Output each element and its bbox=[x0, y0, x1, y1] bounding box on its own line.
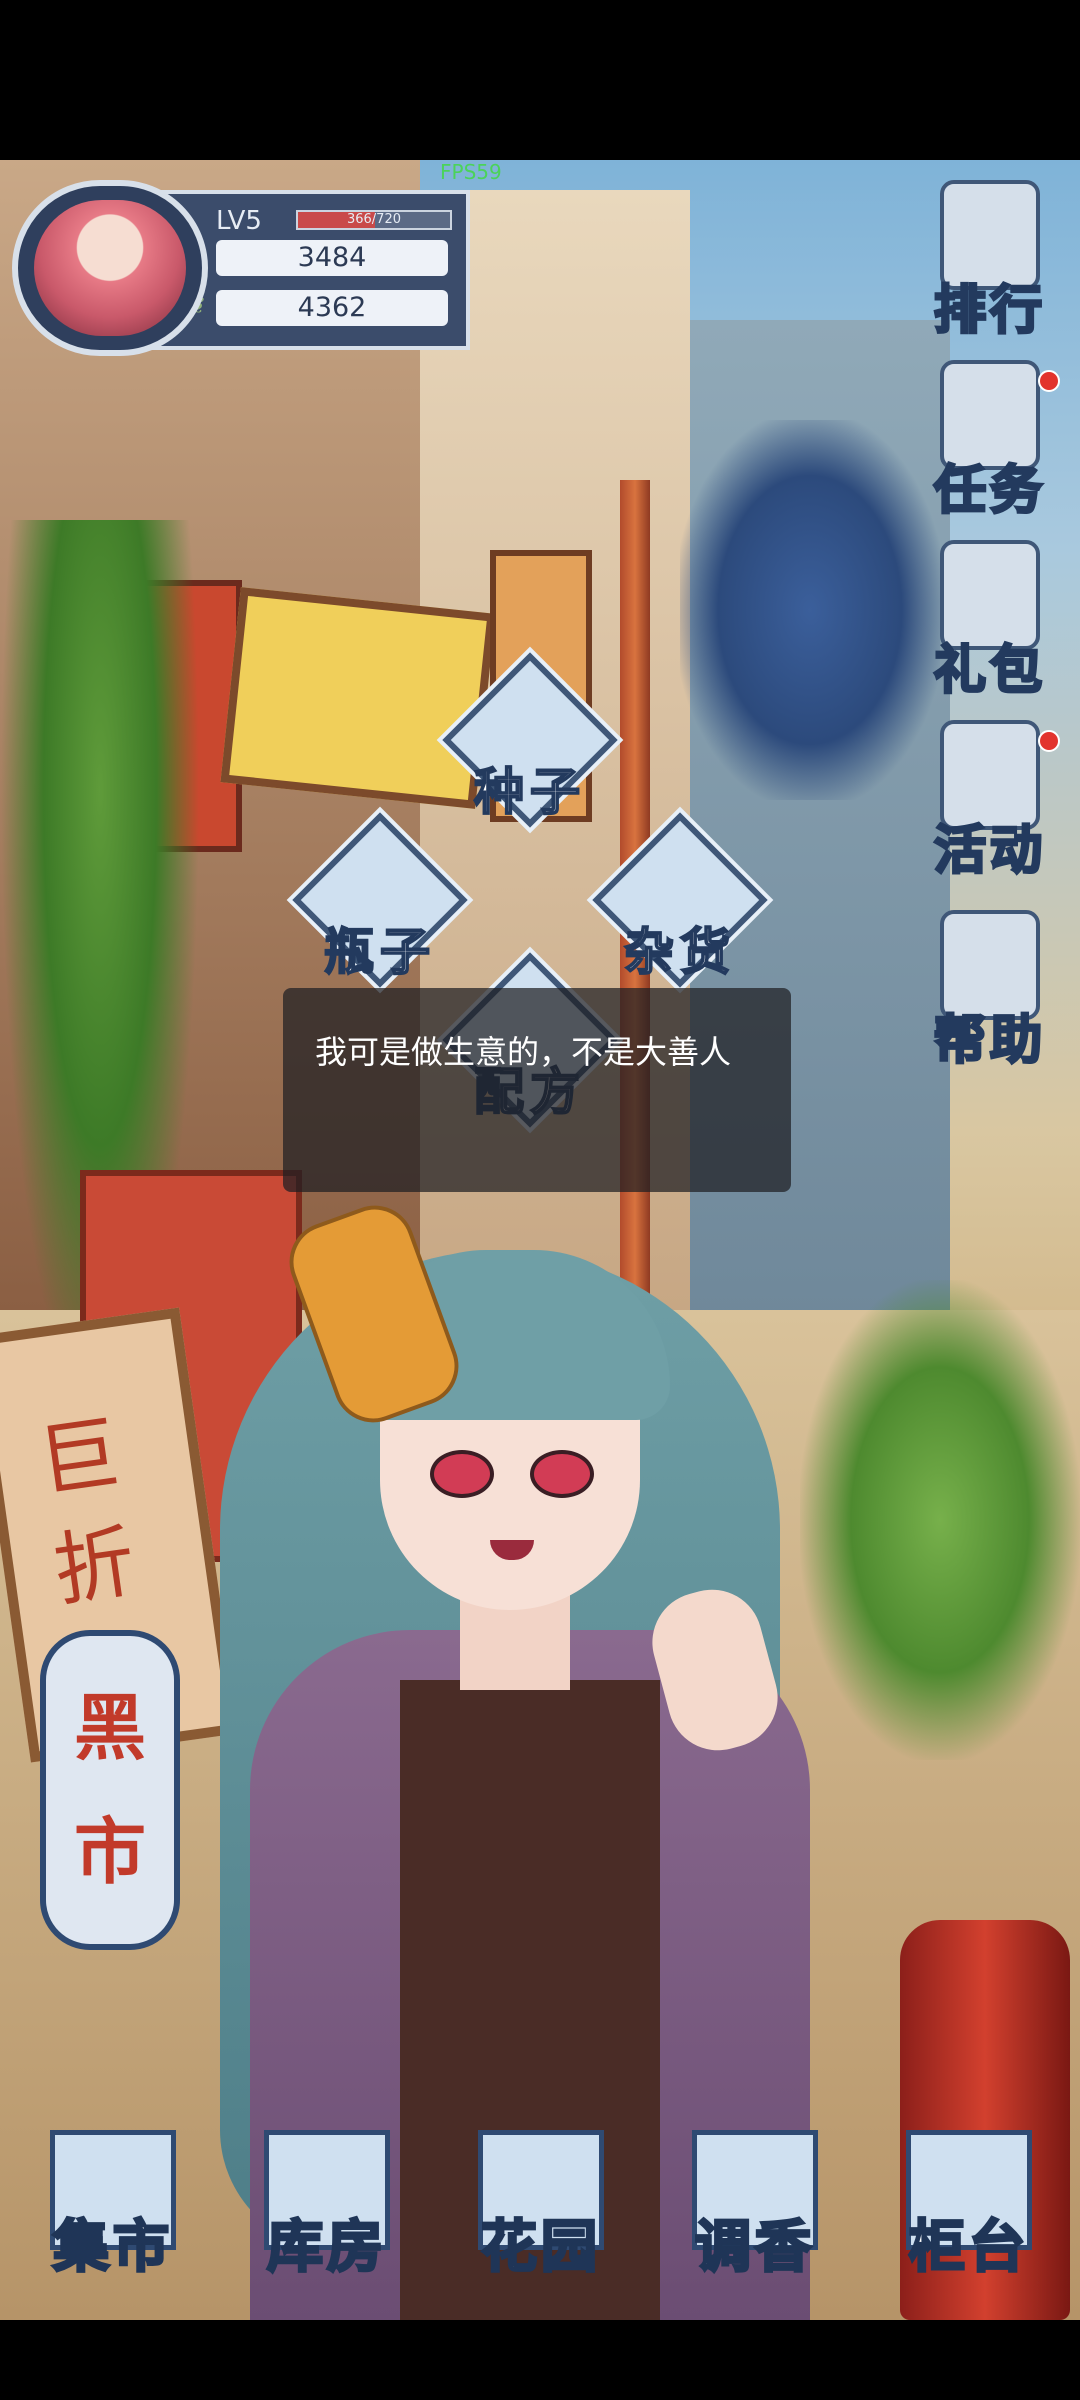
notification-dot bbox=[1038, 730, 1060, 752]
dialog-text: 我可是做生意的，不是大善人 bbox=[315, 1033, 732, 1071]
side-button-task[interactable]: 任务 bbox=[910, 360, 1070, 530]
seed-label: 种子 bbox=[473, 761, 586, 822]
side-button-event[interactable]: 活动 bbox=[910, 720, 1070, 890]
character-left-eye bbox=[430, 1450, 494, 1498]
player-profile-panel: LV5 366/720 ♥ 3484 ❦ 4362 bbox=[12, 180, 470, 360]
goods-label: 杂货 bbox=[623, 921, 736, 982]
bottle-button[interactable]: 瓶子 bbox=[292, 812, 468, 988]
player-level: LV5 bbox=[216, 206, 262, 236]
top-letterbox bbox=[0, 0, 1080, 160]
side-button-label: 帮助 bbox=[932, 1009, 1046, 1073]
bottom-letterbox bbox=[0, 2320, 1080, 2400]
nav-button-market[interactable]: 集市 bbox=[28, 2120, 198, 2300]
leaf-currency: ❦ 4362 bbox=[188, 290, 448, 326]
side-button-ranking[interactable]: 排行 bbox=[910, 180, 1070, 350]
black-market-button[interactable]: 黑 市 bbox=[40, 1630, 180, 1950]
bottle-label: 瓶子 bbox=[323, 921, 436, 982]
side-button-help[interactable]: 帮助 bbox=[910, 910, 1070, 1080]
nav-button-counter[interactable]: 柜台 bbox=[884, 2120, 1054, 2300]
goods-button[interactable]: 杂货 bbox=[592, 812, 768, 988]
nav-button-perfume[interactable]: 调香 bbox=[670, 2120, 840, 2300]
nav-button-label: 集市 bbox=[52, 2213, 173, 2282]
seed-button[interactable]: 种子 bbox=[442, 652, 618, 828]
nav-button-label: 调香 bbox=[694, 2213, 815, 2282]
heart-currency: ♥ 3484 bbox=[187, 240, 448, 276]
side-button-label: 礼包 bbox=[932, 639, 1046, 703]
side-button-label: 排行 bbox=[932, 279, 1046, 343]
dialog-box[interactable]: 我可是做生意的，不是大善人 bbox=[283, 988, 791, 1192]
sale-sign-text-1: 巨 bbox=[32, 1405, 126, 1509]
tree-foliage bbox=[680, 420, 940, 800]
nav-button-label: 柜台 bbox=[908, 2213, 1029, 2282]
side-button-gift[interactable]: 礼包 bbox=[910, 540, 1070, 710]
notification-dot bbox=[1038, 370, 1060, 392]
side-button-label: 任务 bbox=[932, 459, 1046, 523]
player-avatar bbox=[34, 200, 186, 336]
nav-button-warehouse[interactable]: 库房 bbox=[242, 2120, 412, 2300]
nav-button-label: 花园 bbox=[480, 2213, 601, 2282]
sale-sign-text-2: 折 bbox=[48, 1514, 141, 1618]
black-market-label-1: 黑 bbox=[73, 1685, 146, 1770]
side-button-label: 活动 bbox=[932, 819, 1046, 883]
heart-currency-value: 3484 bbox=[297, 242, 367, 273]
black-market-label-2: 市 bbox=[73, 1809, 146, 1894]
nav-button-garden[interactable]: 花园 bbox=[456, 2120, 626, 2300]
leaf-currency-value: 4362 bbox=[297, 292, 367, 323]
character-right-eye bbox=[530, 1450, 594, 1498]
player-avatar-frame[interactable] bbox=[12, 180, 208, 356]
xp-progress-text: 366/720 bbox=[346, 212, 401, 227]
xp-progress-bar: 366/720 bbox=[296, 210, 452, 230]
nav-button-label: 库房 bbox=[266, 2213, 387, 2282]
